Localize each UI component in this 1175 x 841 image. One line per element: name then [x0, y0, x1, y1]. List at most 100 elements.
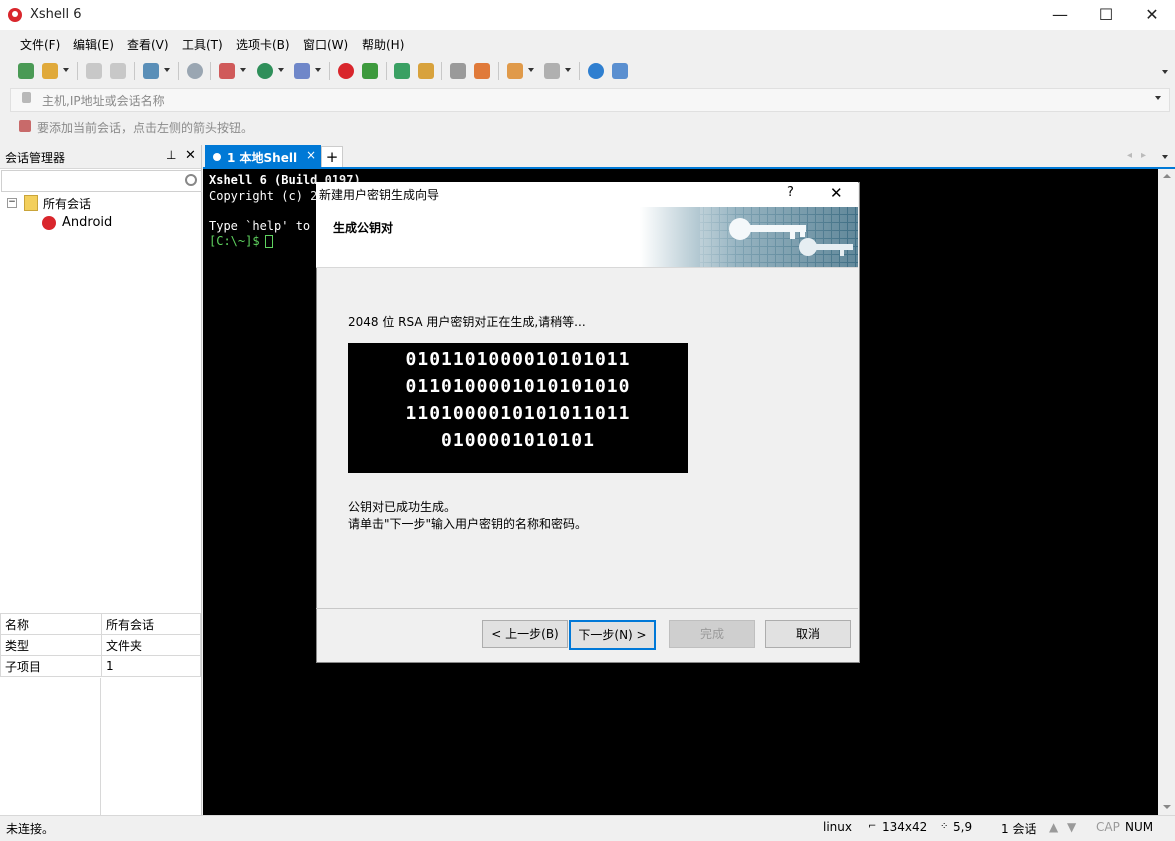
tree-item-all-sessions[interactable]: 所有会话: [43, 195, 91, 212]
properties-dropdown-icon[interactable]: [164, 68, 170, 72]
menu-tabs[interactable]: 选项卡(B): [236, 36, 290, 53]
dialog-separator: [316, 608, 858, 609]
new-tab-dropdown-icon[interactable]: [528, 68, 534, 72]
terminal-scrollbar[interactable]: [1158, 169, 1175, 815]
lock-icon[interactable]: [418, 63, 434, 79]
table-row: 子项目 1: [0, 655, 201, 677]
properties-icon[interactable]: [143, 63, 159, 79]
terminal-cursor: [265, 235, 273, 248]
menu-help[interactable]: 帮助(H): [362, 36, 404, 53]
prop-name: 类型: [0, 634, 102, 656]
terminal-size: 134x42: [882, 820, 928, 834]
xshell-icon[interactable]: [338, 63, 354, 79]
transfer-icon[interactable]: [219, 63, 235, 79]
toolbar-separator: [134, 62, 135, 80]
fullscreen-icon[interactable]: [394, 63, 410, 79]
font-dropdown-icon[interactable]: [315, 68, 321, 72]
tab-label[interactable]: 1 本地Shell: [227, 149, 297, 166]
new-session-icon[interactable]: [18, 63, 34, 79]
connection-status: 未连接。: [6, 822, 55, 836]
binary-line: 0110100001010101010: [405, 376, 631, 397]
os-status: linux: [823, 820, 852, 834]
finish-button[interactable]: 完成: [669, 620, 755, 648]
tab-list-dropdown-icon[interactable]: [1162, 155, 1168, 159]
open-dropdown-icon[interactable]: [63, 68, 69, 72]
tree-item-android[interactable]: Android: [62, 215, 112, 230]
layout-icon[interactable]: [544, 63, 560, 79]
cancel-button[interactable]: 取消: [765, 620, 851, 648]
terminal-line: Copyright (c) 2: [209, 189, 318, 203]
session-manager-title: 会话管理器: [5, 151, 66, 165]
toolbar-separator: [77, 62, 78, 80]
panel-close-icon[interactable]: ✕: [185, 148, 196, 163]
prop-value: 1: [101, 655, 201, 677]
menu-view[interactable]: 查看(V): [127, 36, 169, 53]
open-folder-icon[interactable]: [42, 63, 58, 79]
font-icon[interactable]: [294, 63, 310, 79]
toolbar-separator: [178, 62, 179, 80]
disconnect-icon[interactable]: [110, 63, 126, 79]
folder-icon: [24, 195, 38, 211]
title-bar: [0, 0, 1175, 30]
tab-scroll-right-icon[interactable]: ▸: [1141, 150, 1146, 161]
cursor-icon: ⁘: [940, 821, 949, 832]
toolbar-separator: [210, 62, 211, 80]
search-icon[interactable]: [185, 174, 197, 186]
toolbar-separator: [579, 62, 580, 80]
menu-tools[interactable]: 工具(T): [182, 36, 223, 53]
size-icon: ⌐: [868, 821, 877, 832]
menu-edit[interactable]: 编辑(E): [73, 36, 114, 53]
caps-lock-indicator: CAP: [1096, 820, 1120, 834]
close-button[interactable]: ✕: [1129, 0, 1175, 30]
window-title: Xshell 6: [30, 7, 82, 22]
globe-icon[interactable]: [257, 63, 273, 79]
tree-collapse-icon[interactable]: −: [7, 198, 17, 208]
transfer-dropdown-icon[interactable]: [240, 68, 246, 72]
next-button[interactable]: 下一步(N) >: [569, 620, 656, 650]
globe-dropdown-icon[interactable]: [278, 68, 284, 72]
toolbar-overflow-icon[interactable]: [1162, 70, 1168, 74]
scroll-up-icon[interactable]: [1163, 174, 1171, 178]
menu-window[interactable]: 窗口(W): [303, 36, 348, 53]
minimize-button[interactable]: —: [1037, 0, 1083, 30]
back-button[interactable]: < 上一步(B): [482, 620, 568, 648]
address-input[interactable]: 主机,IP地址或会话名称: [42, 92, 165, 109]
properties-divider: [100, 678, 101, 815]
keyboard-icon[interactable]: [450, 63, 466, 79]
chat-icon[interactable]: [612, 63, 628, 79]
toolbar-separator: [441, 62, 442, 80]
new-tab-icon[interactable]: [507, 63, 523, 79]
dialog-close-button[interactable]: ✕: [830, 184, 843, 202]
help-icon[interactable]: [588, 63, 604, 79]
dialog-header-title: 生成公钥对: [333, 221, 394, 235]
add-tab-button[interactable]: +: [321, 146, 343, 169]
tab-close-icon[interactable]: ×: [306, 148, 316, 162]
scroll-down-icon[interactable]: [1163, 805, 1171, 809]
layout-dropdown-icon[interactable]: [565, 68, 571, 72]
menu-file[interactable]: 文件(F): [20, 36, 60, 53]
num-lock-indicator: NUM: [1125, 820, 1154, 834]
find-icon[interactable]: [187, 63, 203, 79]
tab-bar: [203, 145, 1175, 168]
session-search-input[interactable]: [1, 170, 202, 192]
properties-table: 名称 所有会话 类型 文件夹 子项目 1: [0, 613, 201, 677]
address-lock-icon: [22, 92, 31, 103]
session-up-icon[interactable]: ▲: [1049, 820, 1058, 834]
connect-icon[interactable]: [86, 63, 102, 79]
binary-line: 0101101000010101011: [405, 349, 631, 370]
session-icon: [42, 216, 56, 230]
pin-icon[interactable]: ⊥: [166, 148, 176, 162]
table-row: 名称 所有会话: [0, 613, 201, 635]
xftp-icon[interactable]: [362, 63, 378, 79]
session-down-icon[interactable]: ▼: [1067, 820, 1076, 834]
address-bar[interactable]: [10, 88, 1170, 112]
highlight-icon[interactable]: [474, 63, 490, 79]
dialog-help-button[interactable]: ?: [787, 185, 794, 200]
add-session-arrow-icon[interactable]: [19, 120, 31, 132]
terminal-line: Type `help' to l: [209, 219, 325, 233]
tab-scroll-left-icon[interactable]: ◂: [1127, 150, 1132, 161]
toolbar-separator: [329, 62, 330, 80]
tab-status-icon: [213, 153, 221, 161]
maximize-button[interactable]: ☐: [1083, 0, 1129, 30]
address-dropdown-icon[interactable]: [1155, 96, 1161, 100]
